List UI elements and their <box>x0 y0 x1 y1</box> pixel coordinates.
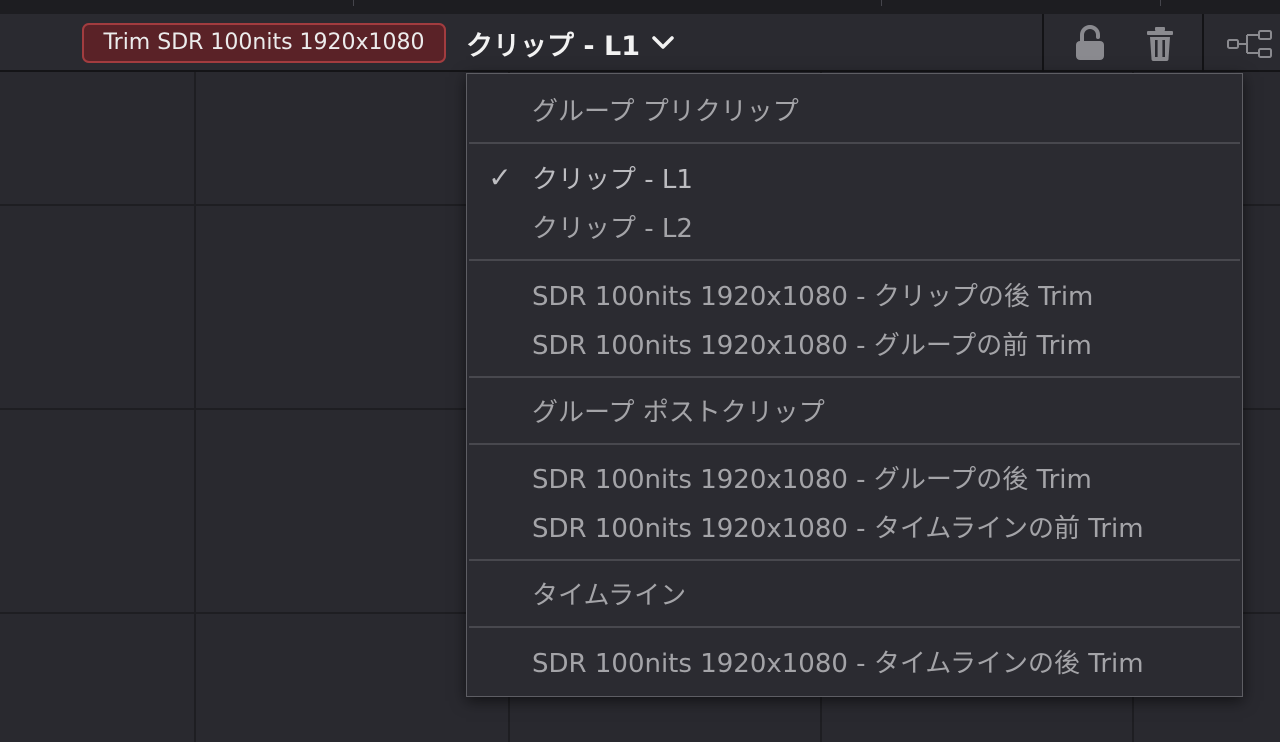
menu-item-clip-l1[interactable]: ✓ クリップ - L1 <box>467 154 1242 200</box>
menu-item-label: SDR 100nits 1920x1080 - グループの前 Trim <box>532 330 1092 361</box>
clip-selector-label: クリップ - L1 <box>466 30 640 62</box>
menu-divider <box>469 559 1240 561</box>
menu-divider <box>469 142 1240 144</box>
node-graph-icon[interactable] <box>1226 28 1274 60</box>
trash-icon[interactable] <box>1142 22 1178 64</box>
timeline-ruler <box>0 0 1280 15</box>
clip-selector-dropdown[interactable]: クリップ - L1 <box>466 18 716 68</box>
trim-badge[interactable]: Trim SDR 100nits 1920x1080 <box>82 23 446 63</box>
menu-item-label: クリップ - L2 <box>532 213 693 244</box>
menu-item-trim-after-clip[interactable]: SDR 100nits 1920x1080 - クリップの後 Trim <box>467 271 1242 317</box>
chevron-down-icon <box>652 36 674 50</box>
menu-divider <box>469 376 1240 378</box>
ruler-tick <box>353 0 354 6</box>
menu-item-trim-after-timeline[interactable]: SDR 100nits 1920x1080 - タイムラインの後 Trim <box>467 638 1242 684</box>
menu-divider <box>469 259 1240 261</box>
menu-item-label: グループ プリクリップ <box>532 96 799 127</box>
menu-item-group-pre-clip[interactable]: グループ プリクリップ <box>467 86 1242 132</box>
menu-item-trim-before-group[interactable]: SDR 100nits 1920x1080 - グループの前 Trim <box>467 320 1242 366</box>
menu-item-group-post-clip[interactable]: グループ ポストクリップ <box>467 387 1242 433</box>
node-toolbar: Trim SDR 100nits 1920x1080 クリップ - L1 <box>0 14 1280 72</box>
clip-selector-menu: グループ プリクリップ ✓ クリップ - L1 クリップ - L2 SDR 10… <box>466 73 1243 697</box>
color-page-root: Trim SDR 100nits 1920x1080 クリップ - L1 グルー… <box>0 0 1280 742</box>
menu-item-label: SDR 100nits 1920x1080 - タイムラインの後 Trim <box>532 648 1144 679</box>
menu-item-trim-after-group[interactable]: SDR 100nits 1920x1080 - グループの後 Trim <box>467 454 1242 500</box>
lock-icon[interactable] <box>1070 22 1110 64</box>
menu-item-label: SDR 100nits 1920x1080 - クリップの後 Trim <box>532 281 1094 312</box>
toolbar-divider <box>1042 14 1044 72</box>
menu-item-clip-l2[interactable]: クリップ - L2 <box>467 203 1242 249</box>
menu-item-label: タイムライン <box>532 580 687 611</box>
grid-line <box>194 72 196 742</box>
menu-item-trim-before-timeline[interactable]: SDR 100nits 1920x1080 - タイムラインの前 Trim <box>467 503 1242 549</box>
menu-item-timeline[interactable]: タイムライン <box>467 570 1242 616</box>
menu-divider <box>469 626 1240 628</box>
ruler-tick <box>881 0 882 6</box>
checkmark-icon: ✓ <box>488 160 512 194</box>
menu-item-label: クリップ - L1 <box>532 164 693 195</box>
menu-item-label: SDR 100nits 1920x1080 - グループの後 Trim <box>532 464 1092 495</box>
ruler-tick <box>1160 0 1161 6</box>
toolbar-divider <box>1202 14 1204 72</box>
menu-divider <box>469 443 1240 445</box>
menu-item-label: SDR 100nits 1920x1080 - タイムラインの前 Trim <box>532 513 1144 544</box>
menu-item-label: グループ ポストクリップ <box>532 397 825 428</box>
